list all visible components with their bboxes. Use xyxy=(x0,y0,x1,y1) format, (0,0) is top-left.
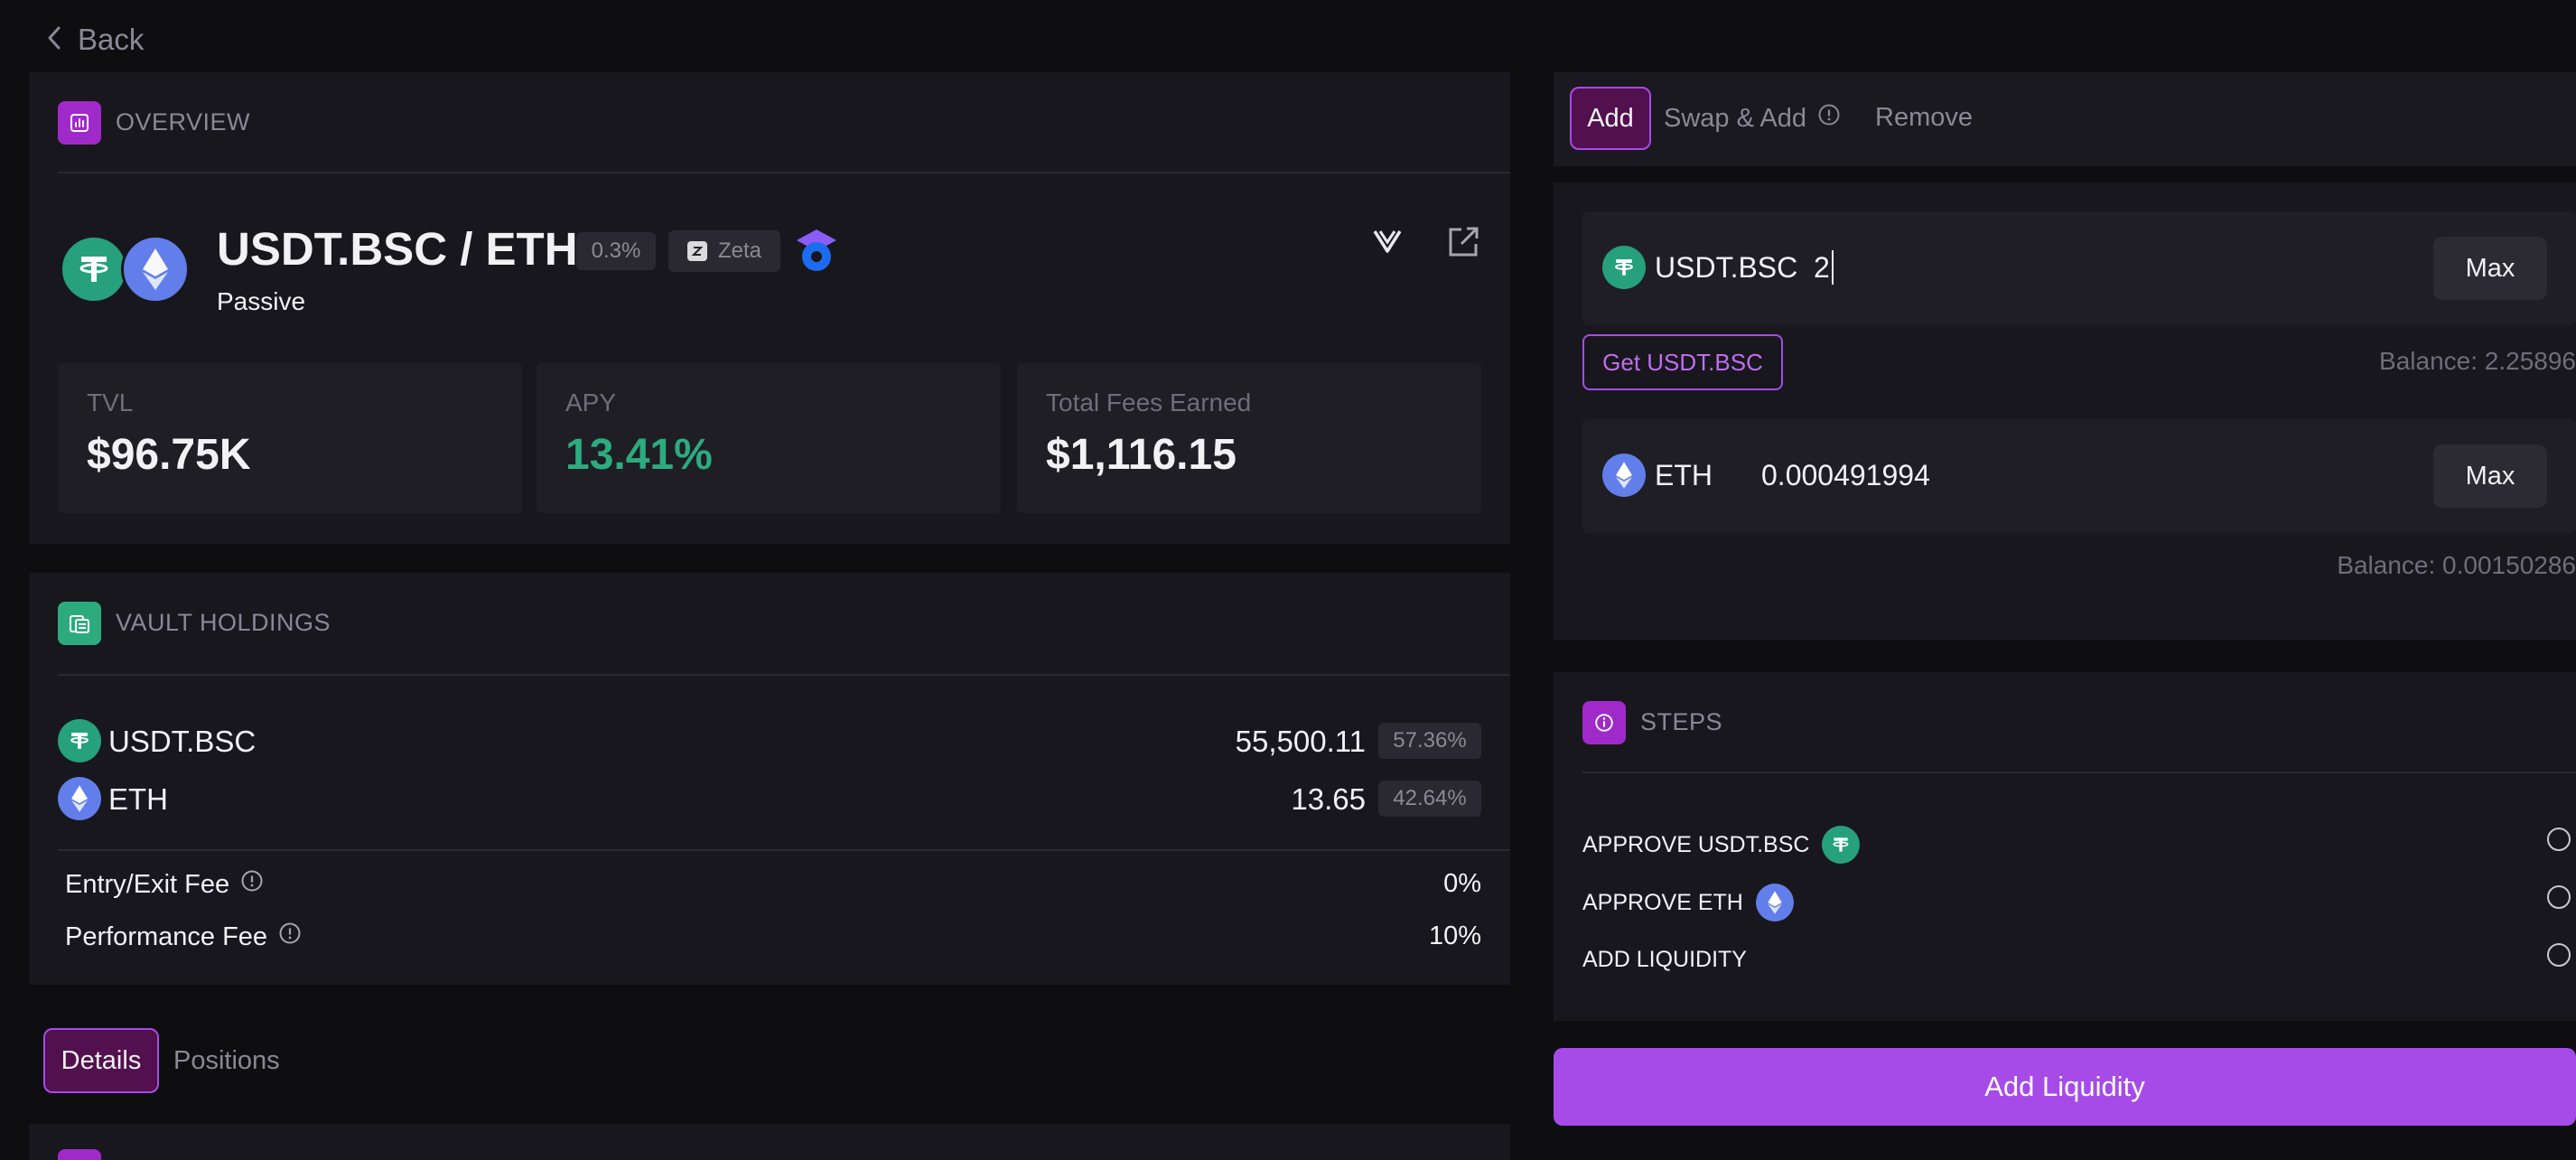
eth-coin-icon xyxy=(58,777,101,820)
token2-amount-input[interactable]: 0.000491994 xyxy=(1761,459,1930,492)
tab-details[interactable]: Details xyxy=(43,1028,159,1093)
fee-tier-badge: 0.3% xyxy=(576,232,656,270)
holding-symbol: ETH xyxy=(108,782,168,816)
overview-title: OVERVIEW xyxy=(116,108,251,136)
tab-add[interactable]: Add xyxy=(1570,87,1651,150)
vesper-icon[interactable] xyxy=(1369,224,1405,260)
entry-exit-fee-label: Entry/Exit Fee xyxy=(65,869,230,899)
token2-input-row: ETH 0.000491994 Max xyxy=(1582,419,2576,533)
zeta-icon xyxy=(686,241,707,261)
eth-coin-icon xyxy=(1755,884,1794,921)
tab-remove[interactable]: Remove xyxy=(1875,103,1973,133)
tether-coin-icon xyxy=(58,719,101,762)
divider xyxy=(58,674,1510,676)
token1-input-row: USDT.BSC 2 Max xyxy=(1582,211,2576,325)
holding-symbol: USDT.BSC xyxy=(108,725,257,758)
token1-amount-value: 2 xyxy=(1814,250,1830,284)
add-liquidity-button[interactable]: Add Liquidity xyxy=(1554,1048,2576,1126)
token2-symbol: ETH xyxy=(1655,459,1713,491)
pair-title: USDT.BSC / ETH xyxy=(217,223,578,275)
fees-earned-value: $1,116.15 xyxy=(1046,431,1237,479)
chain-badge: Zeta xyxy=(668,230,780,272)
steps-title: STEPS xyxy=(1640,708,1723,735)
tether-coin-icon xyxy=(1822,826,1861,864)
details-section-icon xyxy=(58,1149,101,1160)
divider xyxy=(58,172,1510,173)
fee-row-label: Performance Fee xyxy=(65,921,302,952)
back-label: Back xyxy=(78,23,145,56)
token1-amount-input[interactable]: 2 xyxy=(1814,248,1834,287)
action-tabs-bar: Add Swap & Add Remove xyxy=(1554,72,2576,166)
tab-swap-add-label: Swap & Add xyxy=(1664,103,1806,133)
tvl-value: $96.75K xyxy=(87,431,251,479)
vault-holdings-title: VAULT HOLDINGS xyxy=(116,609,331,636)
step-status-radio xyxy=(2547,943,2571,967)
wallet-icon xyxy=(58,602,101,645)
apy-value: 13.41% xyxy=(565,431,713,479)
token1-max-button[interactable]: Max xyxy=(2433,237,2547,300)
holding-amount: 13.65 xyxy=(1291,782,1366,816)
chain-label: Zeta xyxy=(717,239,762,263)
tab-swap-add[interactable]: Swap & Add xyxy=(1664,103,1841,134)
performance-fee-value: 10% xyxy=(1428,921,1481,950)
text-cursor xyxy=(1831,250,1834,285)
eth-coin-icon xyxy=(1602,454,1646,497)
info-icon[interactable] xyxy=(278,921,302,952)
apy-label: APY xyxy=(565,388,617,416)
step-label: ADD LIQUIDITY xyxy=(1582,947,1747,972)
fees-earned-card: Total Fees Earned $1,116.15 xyxy=(1017,363,1481,513)
holding-amount: 55,500.11 xyxy=(1235,725,1366,758)
holding-share-badge: 57.36% xyxy=(1378,723,1481,759)
get-token1-button[interactable]: Get USDT.BSC xyxy=(1582,334,1783,390)
info-icon xyxy=(1582,701,1626,744)
tvl-card: TVL $96.75K xyxy=(58,363,522,513)
details-panel xyxy=(29,1124,1510,1160)
external-link-icon[interactable] xyxy=(1445,224,1481,260)
back-link[interactable]: Back xyxy=(45,20,144,60)
add-liquidity-form: USDT.BSC 2 Max Get USDT.BSC Balance: 2.2… xyxy=(1554,182,2576,640)
tab-positions[interactable]: Positions xyxy=(173,1046,280,1076)
step-status-radio xyxy=(2547,828,2571,851)
eth-coin-icon xyxy=(121,235,190,304)
token2-balance: Balance: 0.00150286 xyxy=(2337,551,2576,579)
tvl-label: TVL xyxy=(87,388,134,416)
tether-coin-icon xyxy=(1602,246,1646,289)
fees-earned-label: Total Fees Earned xyxy=(1046,388,1252,416)
divider xyxy=(1582,772,2576,773)
token1-balance: Balance: 2.25896 xyxy=(2379,347,2576,375)
steps-panel: STEPS APPROVE USDT.BSC APPROVE ETH ADD L… xyxy=(1554,672,2576,1021)
info-icon[interactable] xyxy=(1817,103,1841,134)
step-approve-eth: APPROVE ETH xyxy=(1582,884,1794,921)
token1-symbol: USDT.BSC xyxy=(1655,251,1798,284)
step-status-radio xyxy=(2547,885,2571,909)
entry-exit-fee-value: 0% xyxy=(1443,869,1481,898)
protocol-logo-icon xyxy=(793,228,840,275)
step-label: APPROVE ETH xyxy=(1582,889,1743,915)
step-approve-usdt: APPROVE USDT.BSC xyxy=(1582,826,1861,864)
apy-card: APY 13.41% xyxy=(537,363,1001,513)
token2-max-button[interactable]: Max xyxy=(2433,444,2547,508)
overview-panel: OVERVIEW USDT.BSC / ETH 0.3% Zeta Passiv… xyxy=(29,72,1510,544)
step-label: APPROVE USDT.BSC xyxy=(1582,831,1810,857)
vault-holdings-panel: VAULT HOLDINGS USDT.BSC 55,500.11 57.36%… xyxy=(29,573,1510,985)
performance-fee-label: Performance Fee xyxy=(65,921,268,951)
fee-row-label: Entry/Exit Fee xyxy=(65,869,264,900)
strategy-label: Passive xyxy=(217,287,306,315)
holding-share-badge: 42.64% xyxy=(1378,781,1481,817)
chart-icon xyxy=(58,101,101,145)
tether-coin-icon xyxy=(60,235,128,304)
divider xyxy=(58,849,1510,851)
info-icon[interactable] xyxy=(240,869,264,900)
chevron-left-icon xyxy=(45,24,65,56)
